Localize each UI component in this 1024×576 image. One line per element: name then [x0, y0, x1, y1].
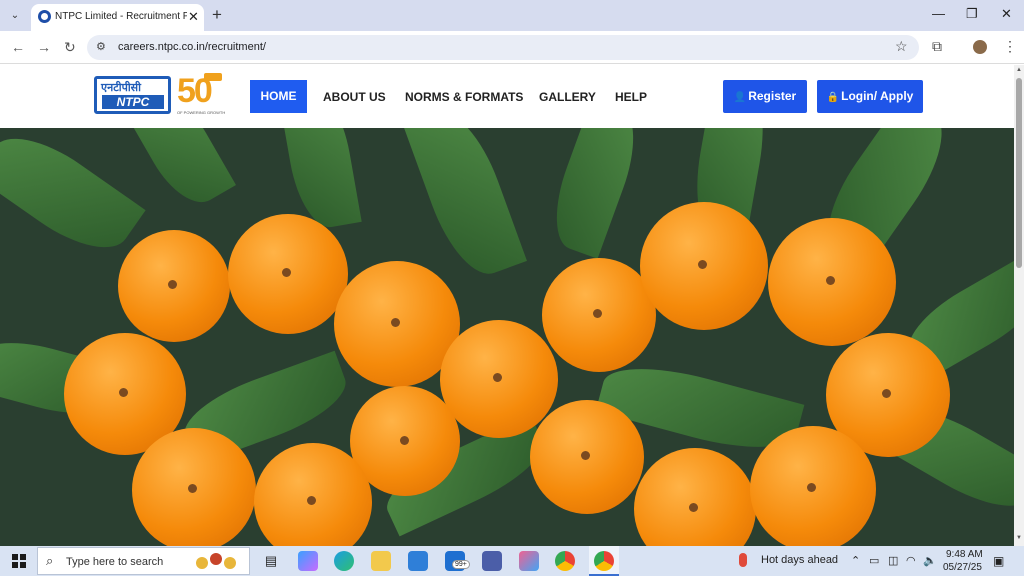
fifty-years-badge-icon [204, 73, 222, 81]
login-apply-button[interactable]: 🔒 Login/ Apply [817, 80, 923, 113]
fifty-years-logo: 50 OF POWERING GROWTH [177, 73, 226, 117]
chrome-active-window[interactable] [589, 546, 619, 576]
profile-avatar[interactable] [973, 40, 987, 54]
copilot-icon[interactable] [298, 551, 318, 571]
photos-icon[interactable] [482, 551, 502, 571]
notification-icon[interactable]: ▣ [993, 554, 1004, 568]
orange-fruit [640, 202, 768, 330]
orange-fruit [750, 426, 876, 546]
ntpc-logo-text: NTPC [102, 95, 164, 109]
nav-norms-formats[interactable]: NORMS & FORMATS [405, 90, 523, 104]
forward-arrow-icon[interactable]: → [37, 39, 51, 55]
weather-text[interactable]: Hot days ahead [761, 554, 838, 566]
mail-unread-badge: 99+ [452, 560, 470, 569]
orange-fruit [440, 320, 558, 438]
ntpc-logo-hindi-text: एनटीपीसी [101, 82, 141, 94]
minimize-button[interactable]: — [932, 6, 945, 21]
search-icon: ⌕ [46, 553, 54, 568]
tab-close-button[interactable]: ✕ [188, 9, 199, 25]
chrome-icon[interactable] [555, 551, 575, 571]
bookmark-star-icon[interactable]: ☆ [895, 38, 908, 55]
scroll-up-arrow-icon[interactable]: ▲ [1016, 67, 1022, 73]
tab-search-chevron-icon[interactable]: ⌄ [6, 7, 24, 25]
scroll-thumb[interactable] [1016, 78, 1022, 268]
site-info-icon[interactable]: ⚙ [96, 40, 106, 53]
volume-icon[interactable]: 🔈 [923, 554, 937, 567]
nav-about-us[interactable]: ABOUT US [323, 90, 386, 104]
orange-fruit [228, 214, 348, 334]
leaf-shape [541, 128, 649, 259]
windows-taskbar: ⌕ Type here to search ▤ 99+ Hot days ahe… [0, 546, 1024, 576]
leaf-shape [124, 128, 236, 215]
tray-overflow-chevron-icon[interactable]: ⌃ [851, 554, 860, 567]
browser-toolbar: ← → ↻ ⚙ careers.ntpc.co.in/recruitment/ … [0, 31, 1024, 64]
thermometer-icon[interactable] [739, 553, 747, 567]
file-explorer-icon[interactable] [371, 551, 391, 571]
scroll-down-arrow-icon[interactable]: ▼ [1016, 535, 1022, 541]
clock-time[interactable]: 9:48 AM [946, 549, 983, 560]
register-button[interactable]: 👤 Register [723, 80, 807, 113]
clock-date[interactable]: 05/27/25 [943, 562, 982, 573]
leaf-shape [403, 128, 527, 285]
task-view-icon[interactable]: ▤ [261, 551, 281, 571]
url-text[interactable]: careers.ntpc.co.in/recruitment/ [118, 41, 266, 53]
back-arrow-icon[interactable]: ← [11, 39, 25, 55]
orange-fruit [118, 230, 230, 342]
browser-tab-active[interactable]: NTPC Limited - Recruitment Po ✕ [31, 4, 204, 31]
orange-fruit [768, 218, 896, 346]
wifi-icon[interactable]: ◠ [906, 554, 916, 567]
nav-home[interactable]: HOME [250, 80, 307, 113]
orange-fruit [132, 428, 256, 546]
ntpc-logo[interactable]: एनटीपीसी NTPC [94, 76, 171, 114]
close-window-button[interactable]: ✕ [1001, 6, 1012, 22]
edge-icon[interactable] [334, 551, 354, 571]
page-scrollbar[interactable]: ▲ ▼ [1014, 65, 1024, 546]
browser-menu-icon[interactable]: ⋮ [1003, 38, 1017, 55]
address-bar[interactable]: ⚙ careers.ntpc.co.in/recruitment/ ☆ [87, 35, 919, 60]
battery-icon[interactable]: ▭ [869, 554, 879, 567]
site-header: एनटीपीसी NTPC 50 OF POWERING GROWTH HOME… [0, 65, 1014, 128]
microsoft-store-icon[interactable] [408, 551, 428, 571]
taskbar-search-box[interactable]: ⌕ Type here to search [37, 547, 250, 575]
search-placeholder: Type here to search [66, 556, 164, 568]
orange-fruit [542, 258, 656, 372]
orange-fruit [634, 448, 756, 546]
search-highlight-icon [194, 551, 246, 573]
restore-button[interactable]: ❐ [966, 6, 978, 22]
new-tab-button[interactable]: + [212, 5, 222, 25]
nav-gallery[interactable]: GALLERY [539, 90, 596, 104]
windows-start-icon[interactable] [12, 554, 26, 568]
leaf-shape [0, 128, 146, 268]
media-app-icon[interactable] [519, 551, 539, 571]
browser-tab-bar: ⌄ NTPC Limited - Recruitment Po ✕ + — ❐ … [0, 0, 1024, 31]
orange-fruit [530, 400, 644, 514]
chrome-profile-icon [594, 551, 614, 571]
nav-help[interactable]: HELP [615, 90, 647, 104]
extensions-puzzle-icon[interactable]: ⧉ [932, 38, 942, 55]
fifty-years-tagline: OF POWERING GROWTH [177, 110, 226, 115]
lock-icon: 🔒 [826, 92, 840, 103]
ntpc-favicon-icon [38, 10, 51, 23]
camera-icon[interactable]: ◫ [888, 554, 898, 567]
user-icon: 👤 [733, 92, 747, 103]
tab-title: NTPC Limited - Recruitment Po [55, 11, 187, 22]
reload-icon[interactable]: ↻ [64, 39, 76, 56]
hero-banner-image [0, 128, 1014, 546]
